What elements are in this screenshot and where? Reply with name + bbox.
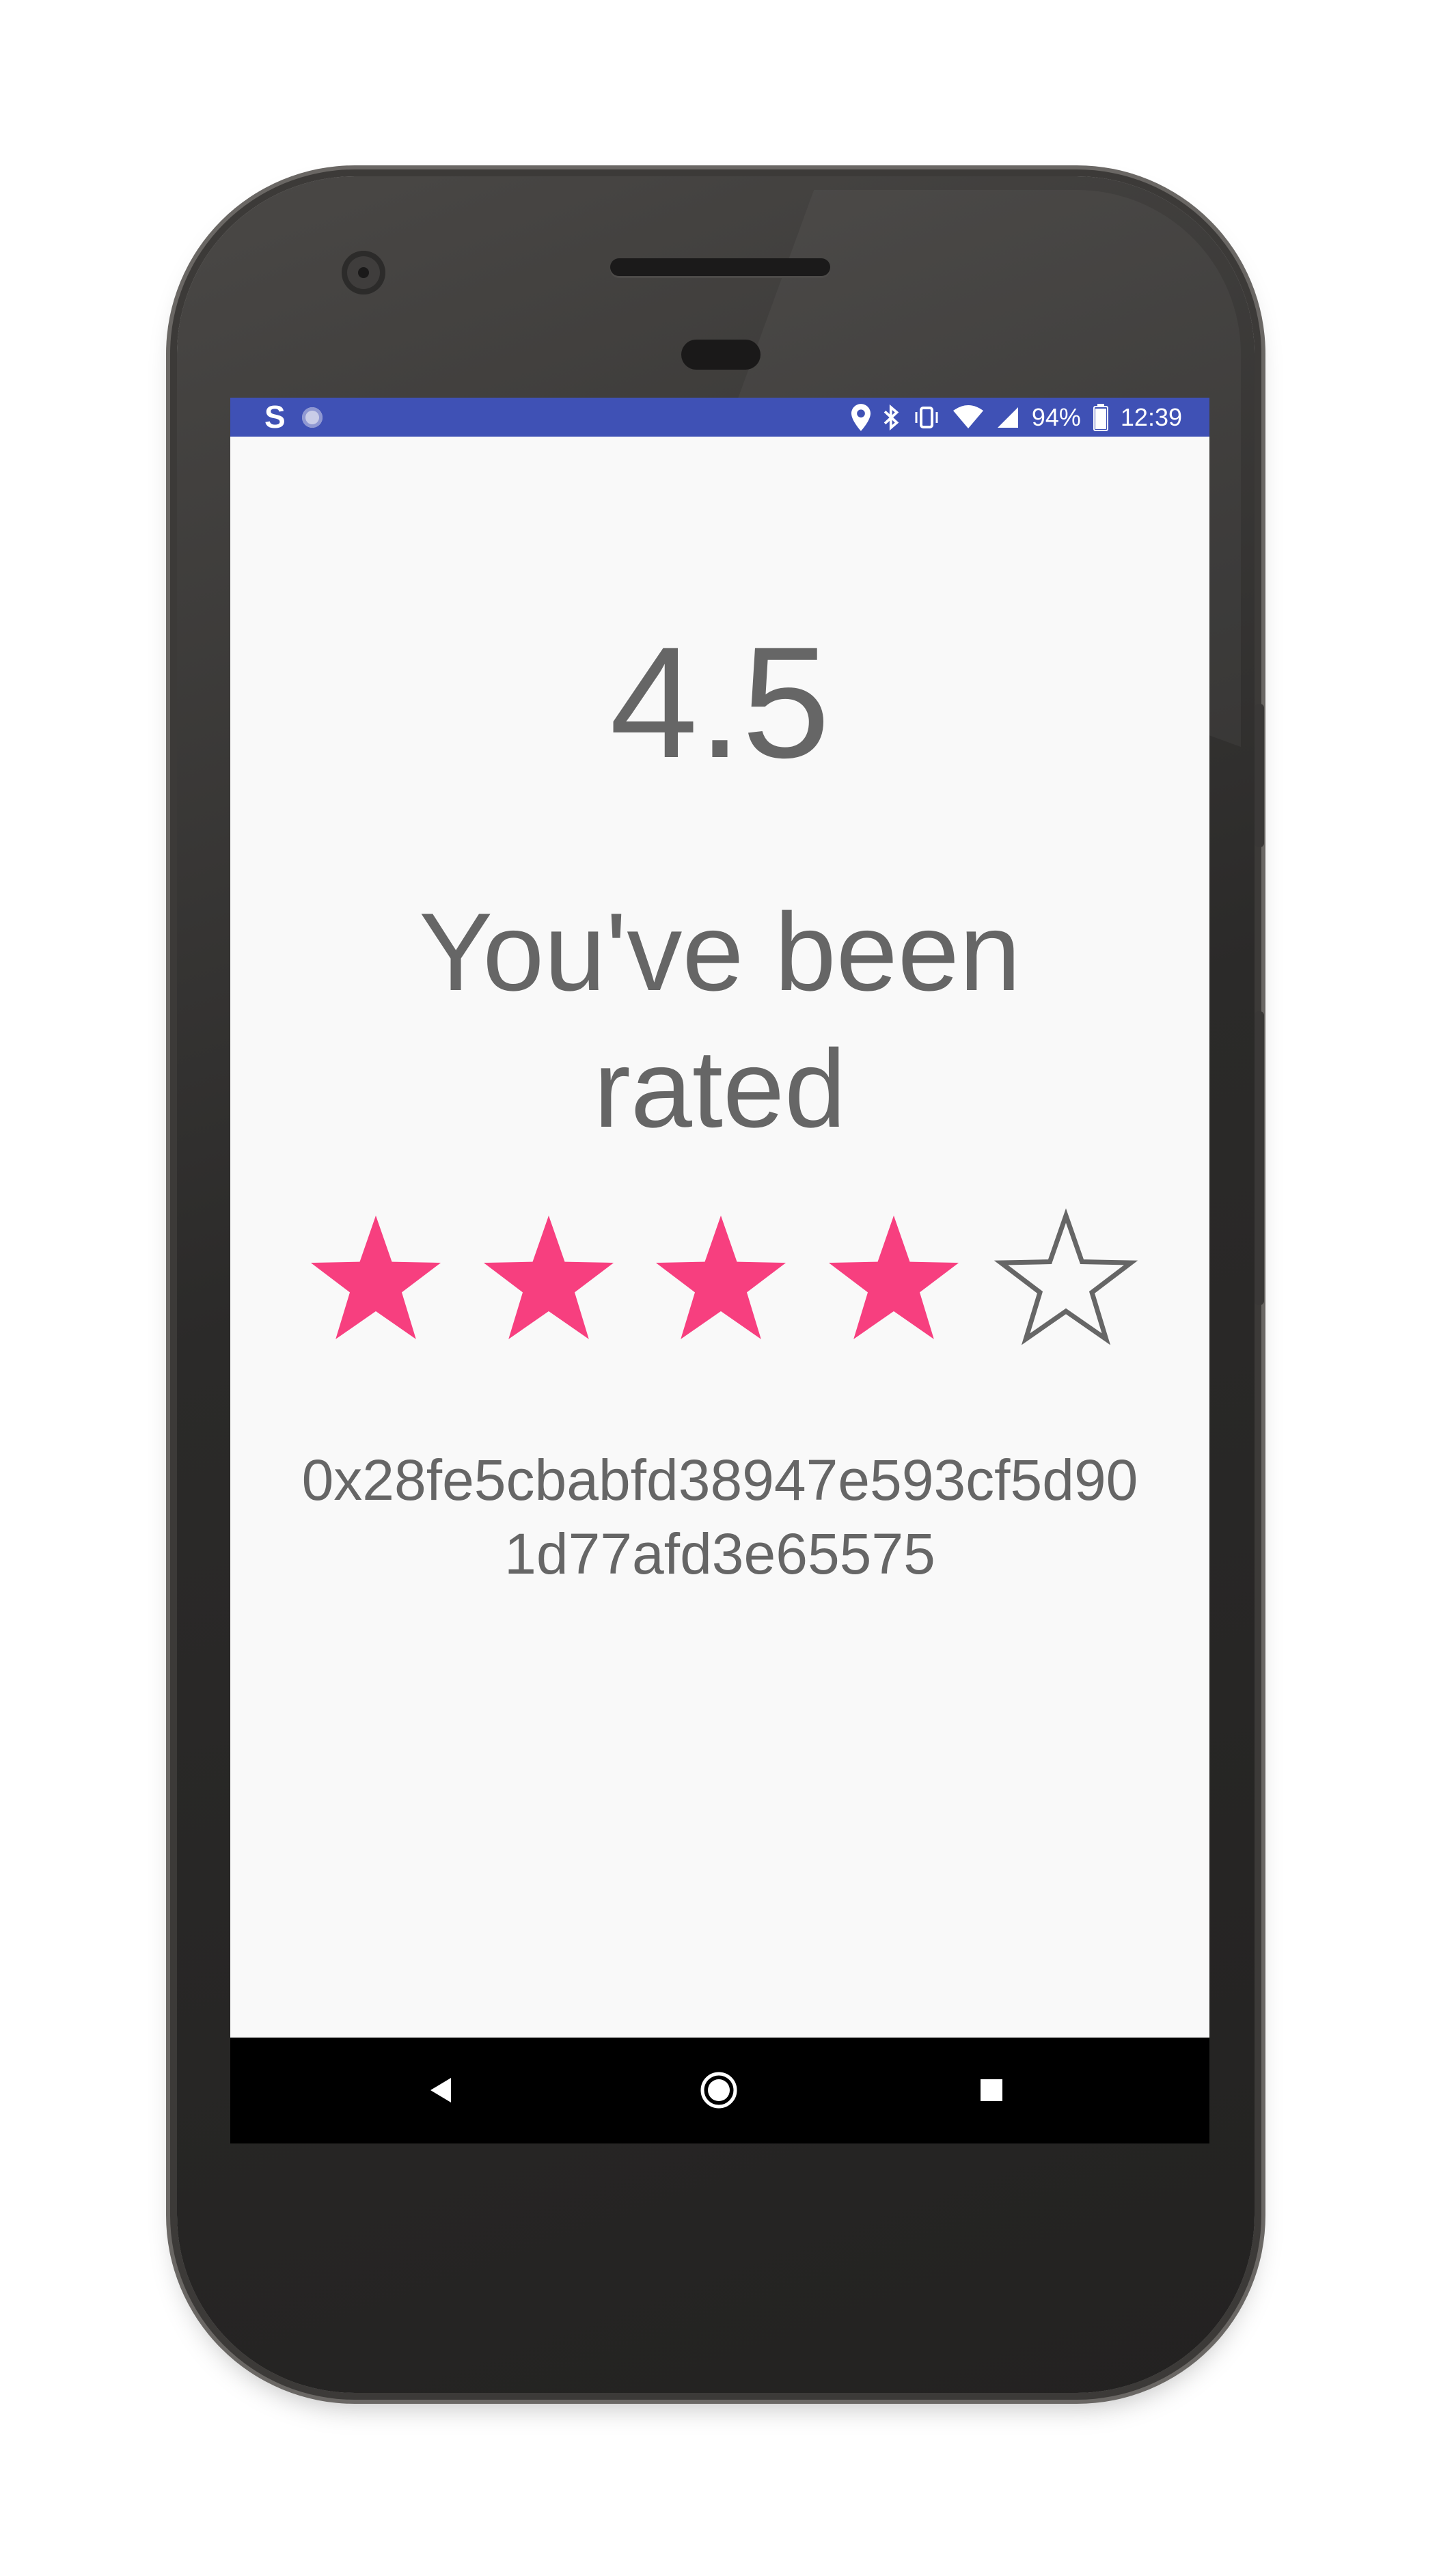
address-line-2: 1d77afd3e65575 <box>504 1522 935 1586</box>
location-icon <box>851 403 871 431</box>
headline: You've been rated <box>230 884 1209 1157</box>
home-button[interactable] <box>695 2066 743 2114</box>
battery-icon <box>1093 403 1108 431</box>
rating-value: 4.5 <box>609 614 830 791</box>
headline-line-1: You've been <box>419 890 1021 1014</box>
back-button[interactable] <box>416 2066 464 2114</box>
star-filled-icon[interactable] <box>301 1205 451 1356</box>
recents-icon <box>981 2079 1002 2101</box>
star-filled-icon[interactable] <box>474 1205 624 1356</box>
proximity-sensor <box>681 340 761 370</box>
bluetooth-icon <box>883 404 899 430</box>
clock: 12:39 <box>1120 403 1182 431</box>
headline-line-2: rated <box>593 1027 847 1151</box>
vibrate-icon <box>915 406 938 428</box>
star-filled-icon[interactable] <box>819 1205 969 1356</box>
home-icon <box>700 2072 737 2109</box>
phone-screen: S 94% 12:39 4.5 You've been rated 0x28fe… <box>230 398 1209 2143</box>
back-icon <box>430 2078 451 2102</box>
volume-button <box>1255 704 1264 847</box>
front-camera <box>342 251 385 294</box>
s-notification-icon: S <box>264 399 286 435</box>
wallet-address: 0x28fe5cbabfd38947e593cf5d90 1d77afd3e65… <box>230 1443 1209 1591</box>
battery-percent: 94% <box>1031 403 1081 431</box>
circle-notification-icon <box>301 407 323 428</box>
wifi-icon <box>953 405 983 428</box>
navigation-bar <box>230 2038 1209 2143</box>
star-empty-icon[interactable] <box>991 1205 1141 1356</box>
power-button <box>1255 1011 1264 1305</box>
rating-stars <box>301 1205 1141 1356</box>
recents-button[interactable] <box>968 2066 1015 2114</box>
star-filled-icon[interactable] <box>646 1205 796 1356</box>
earpiece-speaker <box>610 258 830 276</box>
cell-signal-icon <box>997 407 1018 428</box>
main-content: 4.5 You've been rated 0x28fe5cbabfd38947… <box>230 437 1209 2038</box>
status-bar: S 94% 12:39 <box>230 398 1209 437</box>
address-line-1: 0x28fe5cbabfd38947e593cf5d90 <box>301 1448 1138 1512</box>
